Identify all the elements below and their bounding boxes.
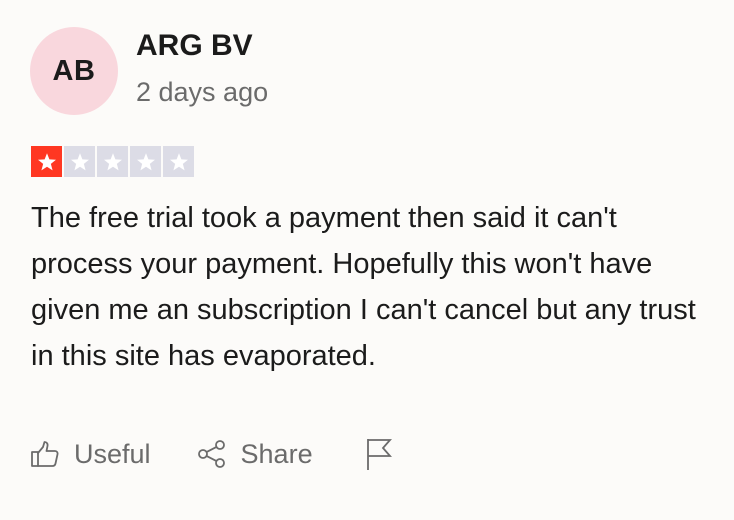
avatar: AB [30,27,118,115]
share-button[interactable]: Share [197,439,313,470]
review-actions: Useful Share [30,436,393,472]
report-button[interactable] [365,437,393,471]
star-icon [130,146,161,177]
star-icon [97,146,128,177]
review-date: 2 days ago [136,77,269,107]
thumbs-up-icon [30,439,60,469]
review-text: The free trial took a payment then said … [31,202,696,372]
star-rating [31,146,194,177]
flag-icon [365,437,393,471]
star-icon [163,146,194,177]
star-icon [64,146,95,177]
share-icon [197,439,227,469]
useful-button[interactable]: Useful [30,439,151,470]
star-icon [31,146,62,177]
share-label: Share [240,438,313,469]
useful-label: Useful [74,438,151,469]
avatar-initials: AB [52,54,96,87]
reviewer-name[interactable]: ARG BV [136,29,253,63]
